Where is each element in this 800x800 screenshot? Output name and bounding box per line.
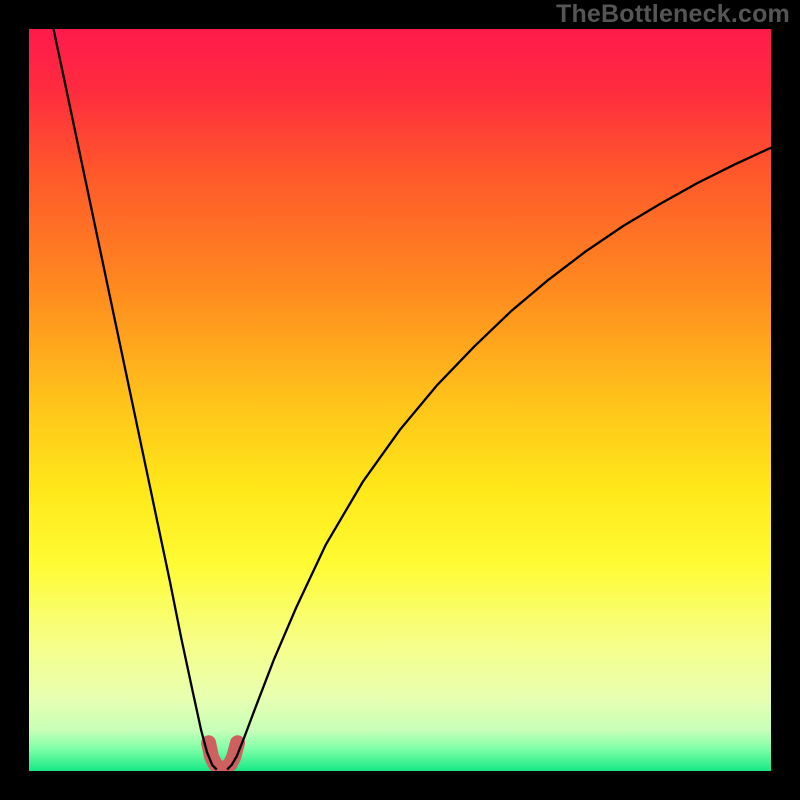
gradient-background: [29, 29, 771, 771]
watermark-text: TheBottleneck.com: [556, 0, 790, 29]
plot-area: [29, 29, 771, 771]
chart-frame: TheBottleneck.com: [0, 0, 800, 800]
plot-svg: [29, 29, 771, 771]
